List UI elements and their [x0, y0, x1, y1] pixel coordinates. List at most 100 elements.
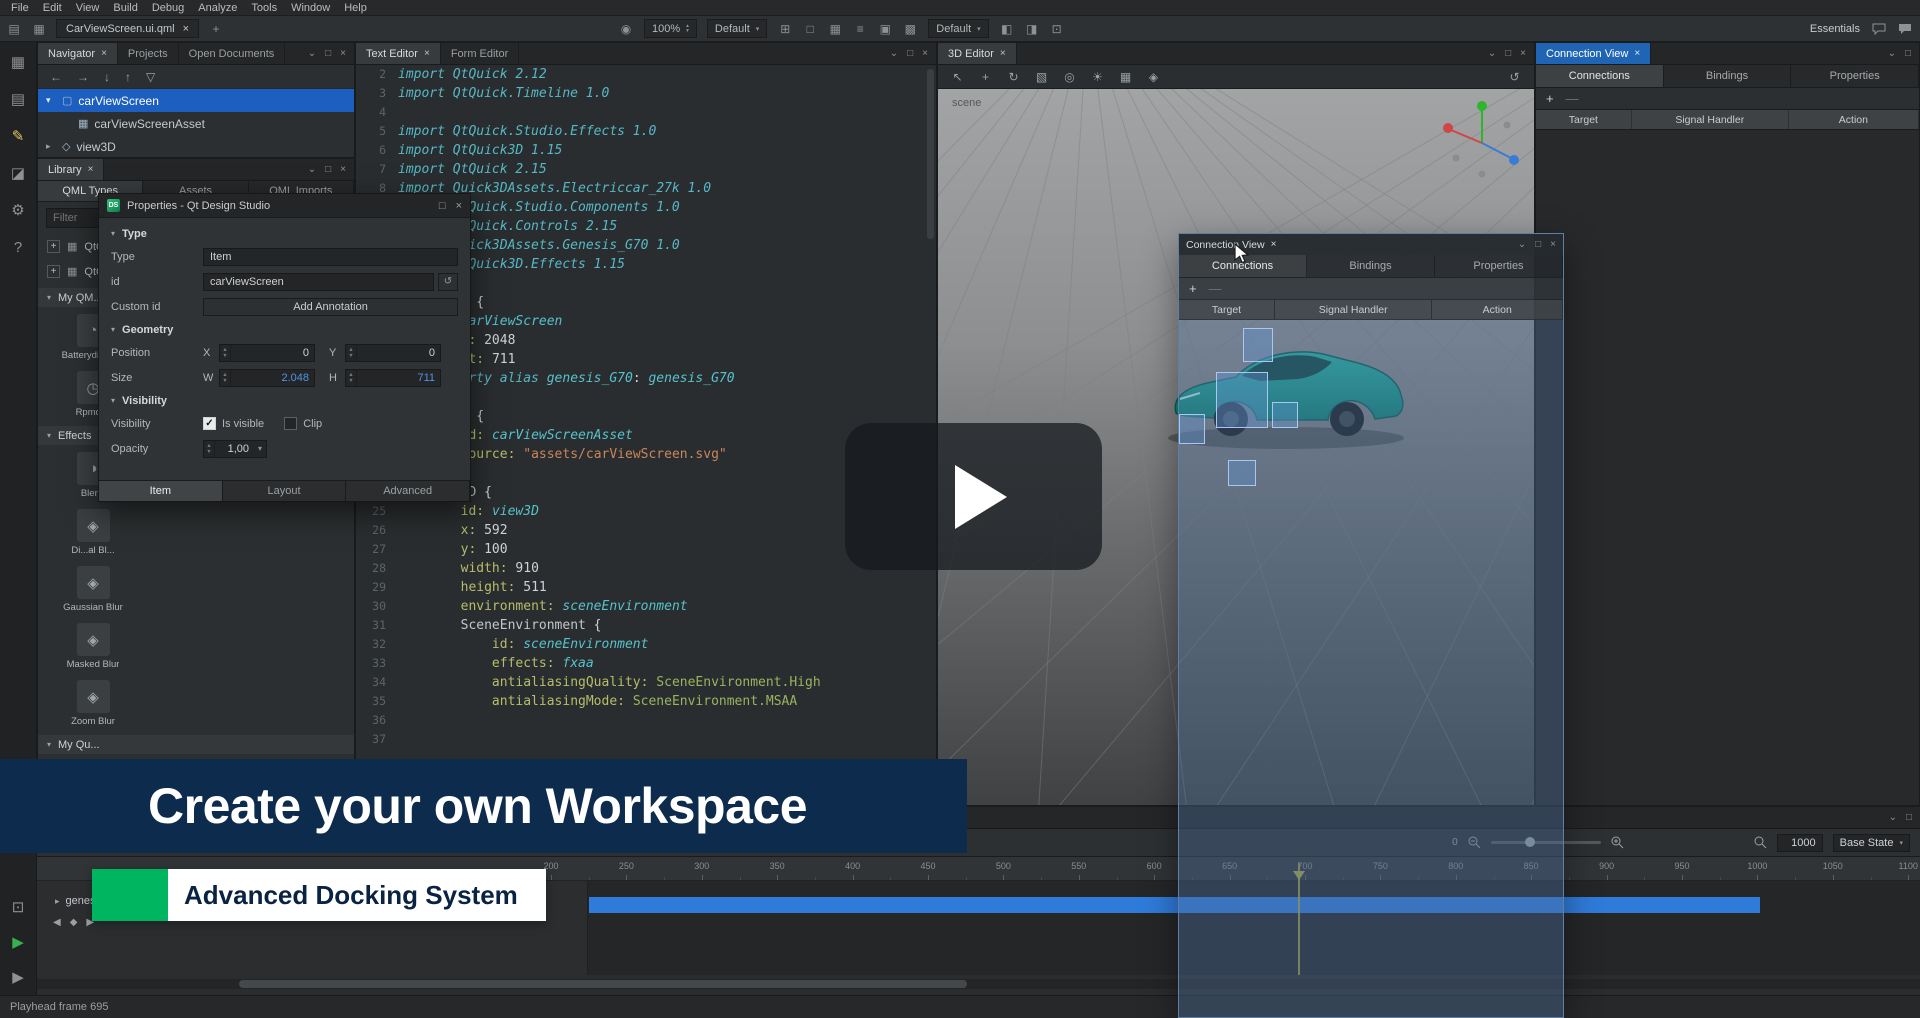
- float-icon[interactable]: □: [1905, 48, 1911, 59]
- menu-build[interactable]: Build: [106, 0, 144, 16]
- back-icon[interactable]: ←: [50, 70, 62, 84]
- tab-library[interactable]: Library ×: [38, 159, 104, 180]
- reset-id-icon[interactable]: ↺: [438, 273, 458, 291]
- tab-connection-view[interactable]: Connection View ×: [1536, 43, 1651, 64]
- split-left-icon[interactable]: ◧: [999, 22, 1015, 36]
- end-frame-input[interactable]: 1000: [1777, 834, 1823, 852]
- float-icon[interactable]: □: [907, 48, 913, 59]
- tab-3d-editor[interactable]: 3D Editor ×: [938, 43, 1017, 64]
- zoom-in-icon[interactable]: [1611, 836, 1624, 849]
- chevron-down-icon[interactable]: ⌄: [308, 48, 316, 59]
- type-field[interactable]: Item: [203, 248, 458, 266]
- projects-mode-icon[interactable]: ⚙: [8, 200, 28, 220]
- rotate-tool-icon[interactable]: ↻: [1006, 70, 1021, 84]
- tab-layout[interactable]: Layout: [223, 481, 347, 501]
- home-icon[interactable]: ▦: [31, 22, 47, 36]
- chevron-down-icon[interactable]: ⌄: [890, 48, 898, 59]
- add-connection-button[interactable]: +: [1189, 281, 1197, 296]
- float-icon[interactable]: □: [1535, 239, 1541, 250]
- height-stepper[interactable]: ▲▼ 711: [345, 369, 441, 387]
- chevron-down-icon[interactable]: ▾: [111, 325, 115, 334]
- editor-scrollbar[interactable]: [927, 69, 934, 239]
- float-icon[interactable]: □: [1505, 48, 1511, 59]
- menu-help[interactable]: Help: [337, 0, 374, 16]
- float-icon[interactable]: □: [325, 48, 331, 59]
- split-right-icon[interactable]: ◨: [1024, 22, 1040, 36]
- axis-gizmo[interactable]: [1434, 95, 1526, 187]
- floating-connection-view[interactable]: Connection View × ⌄ □ × ConnectionsBindi…: [1178, 233, 1564, 1018]
- scrollbar-handle[interactable]: [239, 980, 967, 988]
- chevron-down-icon[interactable]: ⌄: [1488, 48, 1496, 59]
- run-button-icon[interactable]: ▶: [8, 932, 28, 952]
- opacity-stepper[interactable]: ▲▼ 1,00 ▾: [203, 440, 267, 458]
- chevron-down-icon[interactable]: ▾: [254, 444, 266, 453]
- tab-open-documents[interactable]: Open Documents: [179, 43, 286, 64]
- light-toggle-icon[interactable]: ☀: [1090, 70, 1105, 84]
- y-stepper[interactable]: ▲▼ 0: [345, 344, 441, 362]
- menu-debug[interactable]: Debug: [145, 0, 191, 16]
- chevron-down-icon[interactable]: ⌄: [308, 164, 316, 175]
- close-icon[interactable]: ×: [340, 164, 346, 175]
- tab-bindings[interactable]: Bindings: [1307, 255, 1435, 277]
- tab-text-editor[interactable]: Text Editor×: [356, 43, 441, 64]
- remove-connection-button[interactable]: —: [1209, 281, 1222, 296]
- menu-analyze[interactable]: Analyze: [191, 0, 244, 16]
- zoom-control[interactable]: 100% ▴▾: [644, 19, 697, 38]
- add-file-icon[interactable]: +: [208, 22, 224, 36]
- close-icon[interactable]: ×: [424, 48, 430, 59]
- tab-bindings[interactable]: Bindings: [1664, 65, 1792, 87]
- timeline-duration-bar[interactable]: [589, 897, 1760, 913]
- state-select[interactable]: Base State ▾: [1833, 834, 1910, 852]
- library-section-my-qu[interactable]: ▾My Qu...: [38, 735, 354, 754]
- close-icon[interactable]: ×: [1634, 48, 1640, 59]
- chevron-down-icon[interactable]: ▾: [111, 396, 115, 405]
- snap-toggle-icon[interactable]: ◎: [1062, 70, 1077, 84]
- tab-item[interactable]: Item: [99, 481, 223, 501]
- menu-tools[interactable]: Tools: [244, 0, 284, 16]
- library-item-di-al-bl[interactable]: ◈Di...al Bl...: [54, 509, 132, 556]
- menu-window[interactable]: Window: [284, 0, 337, 16]
- dialog-titlebar[interactable]: DS Properties - Qt Design Studio □ ×: [99, 194, 470, 218]
- forward-icon[interactable]: →: [77, 70, 89, 84]
- properties-dialog[interactable]: DS Properties - Qt Design Studio □ × ▾ T…: [98, 193, 471, 502]
- close-icon[interactable]: ×: [922, 48, 928, 59]
- id-field[interactable]: carViewScreen: [203, 273, 434, 291]
- frame-selection-icon[interactable]: ▣: [877, 22, 893, 36]
- tree-item-carviewscreen[interactable]: ▾▢carViewScreen: [38, 89, 354, 112]
- close-icon[interactable]: ×: [183, 23, 189, 35]
- zoom-fit-icon[interactable]: [1754, 836, 1767, 849]
- tab-properties[interactable]: Properties: [1435, 255, 1563, 277]
- move-down-icon[interactable]: ↓: [104, 70, 110, 84]
- tab-connections[interactable]: Connections: [1536, 65, 1664, 87]
- debug-mode-icon[interactable]: ◪: [8, 163, 28, 183]
- tree-item-carviewscreenasset[interactable]: ▦carViewScreenAsset: [38, 112, 354, 135]
- align-icon[interactable]: ≡: [852, 22, 868, 36]
- tab-projects[interactable]: Projects: [118, 43, 179, 64]
- prev-keyframe-icon[interactable]: ◀: [53, 917, 61, 928]
- expander-icon[interactable]: ▸: [46, 141, 56, 152]
- close-icon[interactable]: ×: [101, 48, 107, 59]
- expander-icon[interactable]: ▸: [55, 896, 60, 907]
- reset-view-icon[interactable]: ↺: [1507, 70, 1522, 84]
- grid-toggle-icon[interactable]: ▦: [1118, 70, 1133, 84]
- video-play-button[interactable]: [845, 423, 1102, 570]
- layer-overlay-icon[interactable]: ▩: [902, 22, 918, 36]
- theme-select[interactable]: Default ▾: [928, 19, 988, 38]
- chat-icon[interactable]: [1898, 23, 1912, 35]
- tree-item-view3d[interactable]: ▸◇view3D: [38, 135, 354, 158]
- examples-dropdown[interactable]: Essentials: [1810, 23, 1860, 35]
- width-stepper[interactable]: ▲▼ 2.048: [219, 369, 315, 387]
- library-item-gaussian-blur[interactable]: ◈Gaussian Blur: [54, 566, 132, 613]
- add-keyframe-icon[interactable]: ◆: [70, 917, 78, 928]
- camera-toggle-icon[interactable]: ◈: [1146, 70, 1161, 84]
- style-select[interactable]: Default ▾: [707, 19, 767, 38]
- tab-advanced[interactable]: Advanced: [346, 481, 470, 501]
- snap-grid-icon[interactable]: ⊞: [777, 22, 793, 36]
- tab-properties[interactable]: Properties: [1791, 65, 1919, 87]
- chevron-down-icon[interactable]: ⌄: [1518, 239, 1526, 250]
- edit-mode-icon[interactable]: ▤: [8, 89, 28, 109]
- add-icon[interactable]: +: [47, 265, 60, 278]
- open-file-tab[interactable]: CarViewScreen.ui.qml ×: [56, 19, 199, 38]
- close-icon[interactable]: ×: [1271, 239, 1277, 250]
- chevron-down-icon[interactable]: ▾: [111, 229, 115, 238]
